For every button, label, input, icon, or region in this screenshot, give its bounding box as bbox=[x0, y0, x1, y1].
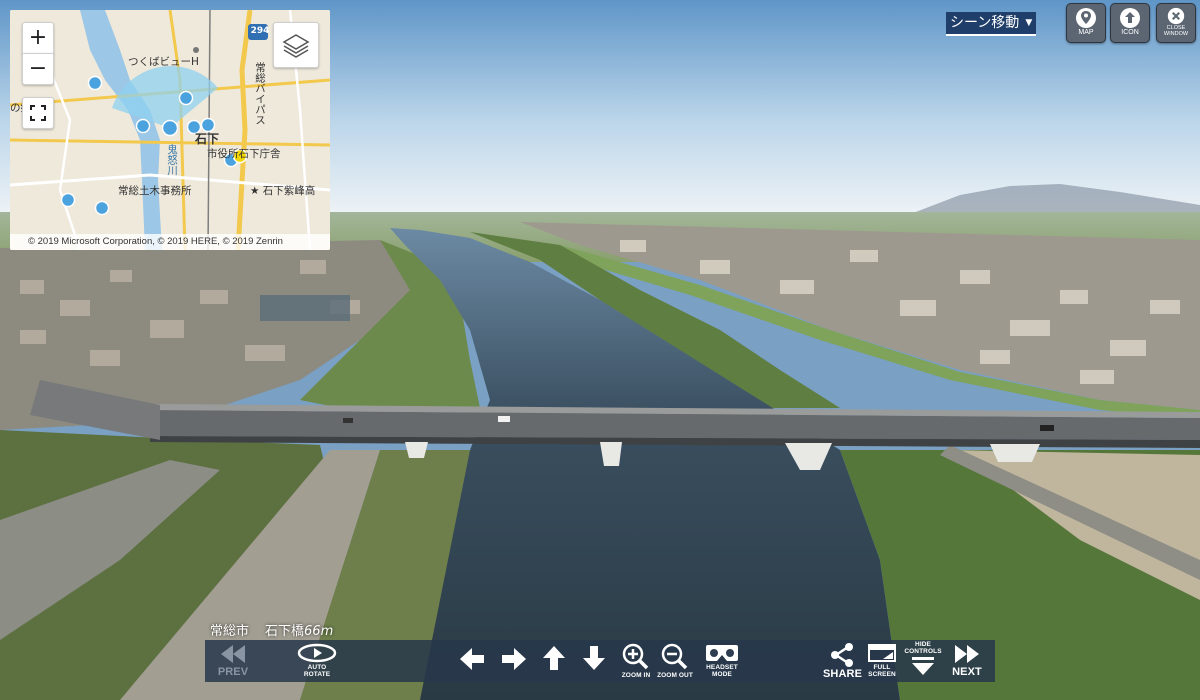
prev-label: PREV bbox=[217, 666, 249, 678]
zoom-in-button[interactable]: ZOOM IN bbox=[619, 642, 653, 679]
caption-city: 常総市 bbox=[210, 624, 250, 639]
control-bar: PREV AUTO ROTATE ZOOM IN ZOOM OUT HEADSE… bbox=[205, 640, 995, 682]
close-icon bbox=[1167, 7, 1185, 25]
hide-arrow-icon bbox=[912, 657, 934, 675]
map-label-ishige-high-text: 石下紫峰高 bbox=[262, 185, 316, 197]
pan-left-button[interactable] bbox=[457, 646, 487, 672]
map-label-tsukuba-view: つくばビューH bbox=[128, 56, 199, 68]
map-label-city-office: 市役所石下庁舎 bbox=[207, 148, 281, 160]
zoom-out-label: ZOOM OUT bbox=[657, 672, 693, 679]
auto-rotate-label-2: ROTATE bbox=[303, 671, 331, 678]
share-label: SHARE bbox=[823, 668, 863, 680]
zoom-in-icon bbox=[622, 643, 649, 670]
caret-down-icon: ▼ bbox=[1025, 18, 1033, 28]
auto-rotate-label-1: AUTO bbox=[307, 664, 327, 671]
next-button[interactable]: NEXT bbox=[949, 642, 985, 678]
share-icon bbox=[831, 643, 853, 667]
hide-controls-label-2: CONTROLS bbox=[904, 648, 942, 655]
hotspot-icon bbox=[1120, 8, 1140, 28]
close-window-label-2: WINDOW bbox=[1163, 31, 1189, 37]
location-caption: 常総市 石下橋66m bbox=[210, 620, 333, 639]
close-window-button[interactable]: CLOSE WINDOW bbox=[1156, 3, 1196, 43]
scene-move-label: シーン移動 bbox=[950, 15, 1020, 31]
arrow-up-icon bbox=[543, 646, 565, 670]
arrow-right-icon bbox=[502, 648, 526, 670]
prev-button[interactable]: PREV bbox=[215, 642, 251, 678]
vr-headset-icon bbox=[706, 645, 738, 661]
caption-height: 66m bbox=[304, 624, 334, 639]
full-screen-toggle[interactable]: FULL SCREEN bbox=[865, 642, 899, 678]
map-toggle-button[interactable]: MAP bbox=[1066, 3, 1106, 43]
fullscreen-icon bbox=[868, 644, 896, 662]
pan-down-button[interactable] bbox=[579, 644, 609, 672]
mini-map[interactable]: 294 つくばビューH の郷 常総バイパス 石下 市役所石下庁舎 鬼怒川 常総土… bbox=[10, 10, 330, 250]
next-label: NEXT bbox=[952, 666, 982, 678]
headset-label-1: HEADSET bbox=[706, 664, 738, 671]
map-attribution: © 2019 Microsoft Corporation, © 2019 HER… bbox=[10, 234, 330, 250]
map-layers-button[interactable] bbox=[273, 22, 319, 68]
full-screen-label-1: FULL bbox=[873, 664, 891, 671]
caption-place: 石下橋 bbox=[265, 624, 305, 639]
full-screen-label-2: SCREEN bbox=[868, 671, 896, 678]
map-zoom-out-button[interactable]: − bbox=[22, 53, 54, 85]
zoom-out-button[interactable]: ZOOM OUT bbox=[655, 642, 695, 679]
zoom-out-icon bbox=[661, 643, 688, 670]
map-label-ishige-high: ★ 石下紫峰高 bbox=[250, 185, 316, 197]
map-label-bypass: 常総バイパス bbox=[254, 62, 266, 125]
arrow-left-icon bbox=[460, 648, 484, 670]
icon-toggle-button[interactable]: ICON bbox=[1110, 3, 1150, 43]
skip-forward-icon bbox=[955, 645, 979, 663]
auto-rotate-button[interactable]: AUTO ROTATE bbox=[295, 642, 339, 678]
map-pin-icon bbox=[1076, 8, 1096, 28]
fullscreen-icon bbox=[30, 105, 46, 121]
zoom-in-label: ZOOM IN bbox=[621, 672, 651, 679]
headset-label-2: MODE bbox=[712, 671, 732, 678]
map-label-kinugawa: 鬼怒川 bbox=[166, 144, 178, 176]
pan-right-button[interactable] bbox=[499, 646, 529, 672]
map-fullscreen-button[interactable] bbox=[22, 97, 54, 129]
map-label-ishige: 石下 bbox=[195, 132, 220, 146]
map-toggle-label: MAP bbox=[1078, 29, 1094, 36]
layers-icon bbox=[282, 34, 310, 58]
icon-toggle-label: ICON bbox=[1121, 29, 1139, 36]
hide-controls-button[interactable]: HIDE CONTROLS bbox=[903, 641, 943, 677]
skip-back-icon bbox=[221, 645, 245, 663]
map-label-doboku: 常総土木事務所 bbox=[118, 185, 192, 197]
arrow-down-icon bbox=[583, 646, 605, 670]
map-zoom-in-button[interactable]: + bbox=[22, 22, 54, 54]
rotate-icon bbox=[297, 643, 337, 663]
headset-mode-button[interactable]: HEADSET MODE bbox=[702, 642, 742, 678]
hide-controls-label-1: HIDE bbox=[915, 641, 931, 648]
scene-move-dropdown[interactable]: シーン移動 ▼ bbox=[946, 12, 1037, 36]
share-button[interactable]: SHARE bbox=[823, 642, 863, 680]
map-route-294: 294 bbox=[250, 26, 270, 36]
pan-up-button[interactable] bbox=[539, 644, 569, 672]
